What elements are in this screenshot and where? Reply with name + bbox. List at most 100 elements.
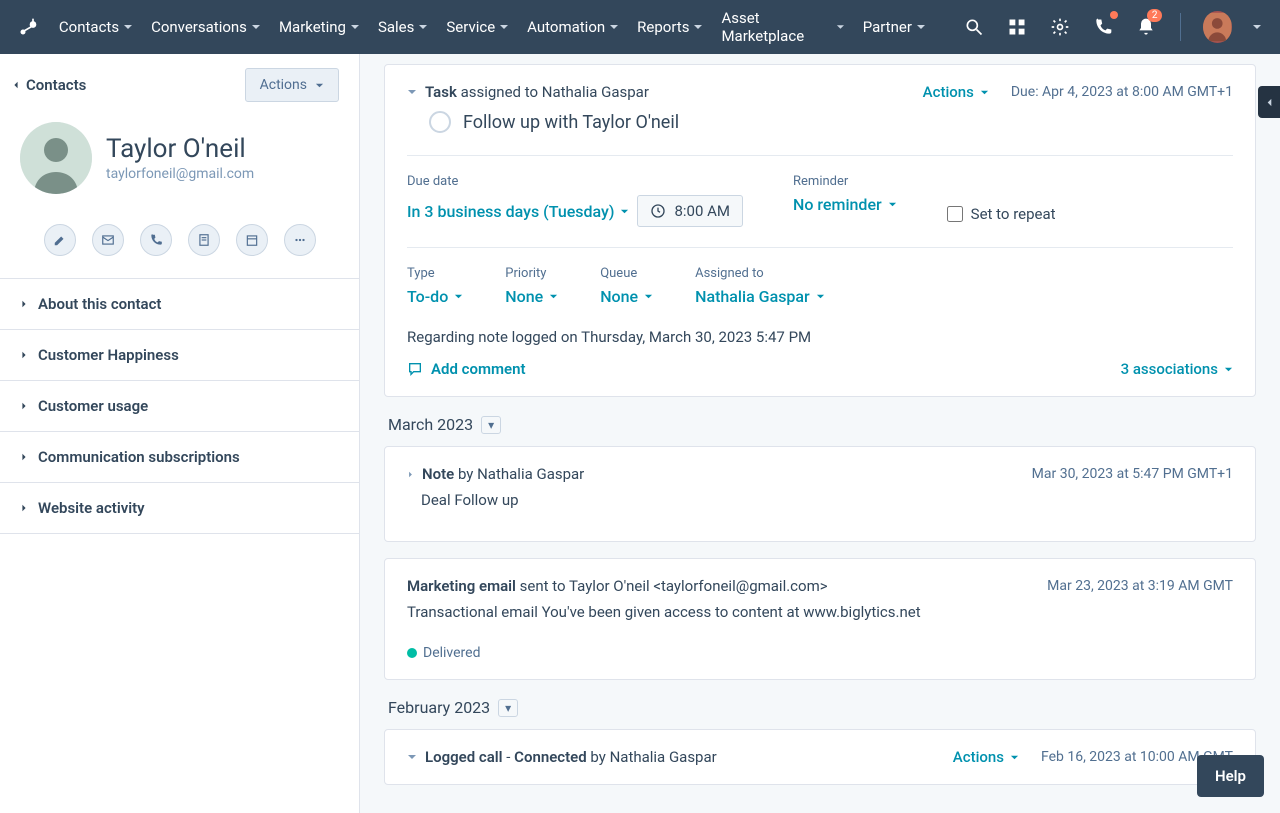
hubspot-logo-icon[interactable] (16, 13, 41, 41)
associations-dropdown[interactable]: 3 associations (1121, 360, 1233, 378)
nav-label: Partner (863, 18, 912, 36)
february-section-header: February 2023 ▾ (388, 698, 1256, 717)
chevron-down-icon (1224, 365, 1233, 374)
accordion-communication[interactable]: Communication subscriptions (0, 431, 359, 482)
task-card: Task assigned to Nathalia Gaspar Actions… (384, 64, 1256, 397)
assigned-dropdown[interactable]: Nathalia Gaspar (695, 287, 825, 306)
nav-label: Reports (637, 18, 689, 36)
top-nav: Contacts Conversations Marketing Sales S… (0, 0, 1280, 54)
task-due-stamp: Due: Apr 4, 2023 at 8:00 AM GMT+1 (1011, 84, 1233, 100)
repeat-checkbox-row[interactable]: Set to repeat (947, 205, 1056, 223)
task-title: Follow up with Taylor O'neil (463, 112, 679, 133)
phone-icon[interactable] (1091, 13, 1116, 41)
chevron-left-icon (12, 81, 20, 89)
more-action-button[interactable] (284, 224, 316, 256)
chevron-left-icon (1265, 98, 1274, 107)
reminder-dropdown[interactable]: No reminder (793, 195, 897, 214)
email-action-button[interactable] (92, 224, 124, 256)
chevron-down-icon (1010, 753, 1019, 762)
chevron-right-icon (20, 402, 28, 410)
actions-label: Actions (260, 77, 307, 93)
comment-icon (407, 361, 423, 377)
section-chevron[interactable]: ▾ (481, 416, 501, 434)
nav-sales[interactable]: Sales (378, 18, 428, 36)
type-dropdown[interactable]: To-do (407, 287, 463, 306)
contact-name: Taylor O'neil (106, 134, 254, 164)
chevron-down-icon (350, 22, 360, 32)
pencil-icon (53, 233, 67, 247)
add-comment-button[interactable]: Add comment (407, 360, 526, 378)
queue-dropdown[interactable]: None (600, 287, 653, 306)
activity-timeline: Task assigned to Nathalia Gaspar Actions… (360, 54, 1280, 813)
priority-label: Priority (505, 266, 558, 281)
nav-contacts[interactable]: Contacts (59, 18, 133, 36)
nav-service[interactable]: Service (446, 18, 509, 36)
help-button[interactable]: Help (1197, 755, 1264, 797)
collapse-icon[interactable] (407, 87, 417, 97)
email-body: Transactional email You've been given ac… (407, 595, 1233, 635)
marketing-email-card: Marketing email sent to Taylor O'neil <t… (384, 558, 1256, 680)
accordion-website[interactable]: Website activity (0, 482, 359, 534)
accordion-usage[interactable]: Customer usage (0, 380, 359, 431)
settings-icon[interactable] (1048, 13, 1073, 41)
nav-label: Automation (527, 18, 605, 36)
back-label: Contacts (26, 76, 86, 94)
accordion-label: Customer usage (38, 397, 148, 415)
marketplace-icon[interactable] (1005, 13, 1030, 41)
due-date-dropdown[interactable]: In 3 business days (Tuesday) (407, 202, 629, 221)
chevron-down-icon (454, 292, 463, 301)
march-section-header: March 2023 ▾ (388, 415, 1256, 434)
user-avatar[interactable] (1203, 11, 1231, 43)
calendar-icon (245, 233, 259, 247)
note-action-button[interactable] (44, 224, 76, 256)
chevron-right-icon[interactable] (407, 471, 414, 478)
notifications-icon[interactable]: 2 (1134, 13, 1159, 41)
nav-reports[interactable]: Reports (637, 18, 703, 36)
search-icon[interactable] (962, 13, 987, 41)
meeting-action-button[interactable] (236, 224, 268, 256)
section-chevron[interactable]: ▾ (498, 699, 518, 717)
accordion-label: Website activity (38, 499, 145, 517)
account-chevron-icon[interactable] (1250, 13, 1264, 41)
back-to-contacts-link[interactable]: Contacts (12, 76, 86, 94)
chevron-right-icon (20, 504, 28, 512)
priority-dropdown[interactable]: None (505, 287, 558, 306)
accordion-label: About this contact (38, 295, 161, 313)
nav-partner[interactable]: Partner (863, 18, 926, 36)
chevron-down-icon (609, 22, 619, 32)
note-body: Deal Follow up (407, 483, 1233, 523)
sidebar-actions-button[interactable]: Actions (245, 68, 339, 102)
nav-asset-marketplace[interactable]: Asset Marketplace (721, 9, 844, 45)
chevron-down-icon (980, 88, 989, 97)
collapse-icon[interactable] (407, 752, 417, 762)
call-actions-dropdown[interactable]: Actions (953, 748, 1019, 766)
notif-badge: 2 (1147, 9, 1163, 22)
accordion-about[interactable]: About this contact (0, 278, 359, 329)
call-card-title: Logged call - Connected by Nathalia Gasp… (425, 748, 717, 766)
chevron-down-icon (549, 292, 558, 301)
email-status: Delivered (407, 635, 1233, 661)
chevron-down-icon (816, 292, 825, 301)
divider (407, 247, 1233, 248)
slide-in-tab[interactable] (1258, 86, 1280, 118)
log-action-button[interactable] (188, 224, 220, 256)
reminder-label: Reminder (793, 174, 897, 189)
chevron-right-icon (20, 351, 28, 359)
call-action-button[interactable] (140, 224, 172, 256)
repeat-checkbox[interactable] (947, 206, 963, 222)
nav-marketing[interactable]: Marketing (279, 18, 360, 36)
due-time-input[interactable]: 8:00 AM (637, 195, 743, 227)
task-complete-checkbox[interactable] (429, 111, 451, 133)
nav-conversations[interactable]: Conversations (151, 18, 261, 36)
accordion-happiness[interactable]: Customer Happiness (0, 329, 359, 380)
chevron-right-icon (20, 300, 28, 308)
clock-icon (650, 203, 666, 219)
task-actions-dropdown[interactable]: Actions (923, 83, 989, 101)
nav-label: Conversations (151, 18, 247, 36)
chevron-down-icon (418, 22, 428, 32)
chevron-right-icon (20, 453, 28, 461)
chevron-down-icon (693, 22, 703, 32)
contact-avatar[interactable] (20, 122, 92, 194)
note-card: Note by Nathalia Gaspar Mar 30, 2023 at … (384, 446, 1256, 542)
nav-automation[interactable]: Automation (527, 18, 619, 36)
